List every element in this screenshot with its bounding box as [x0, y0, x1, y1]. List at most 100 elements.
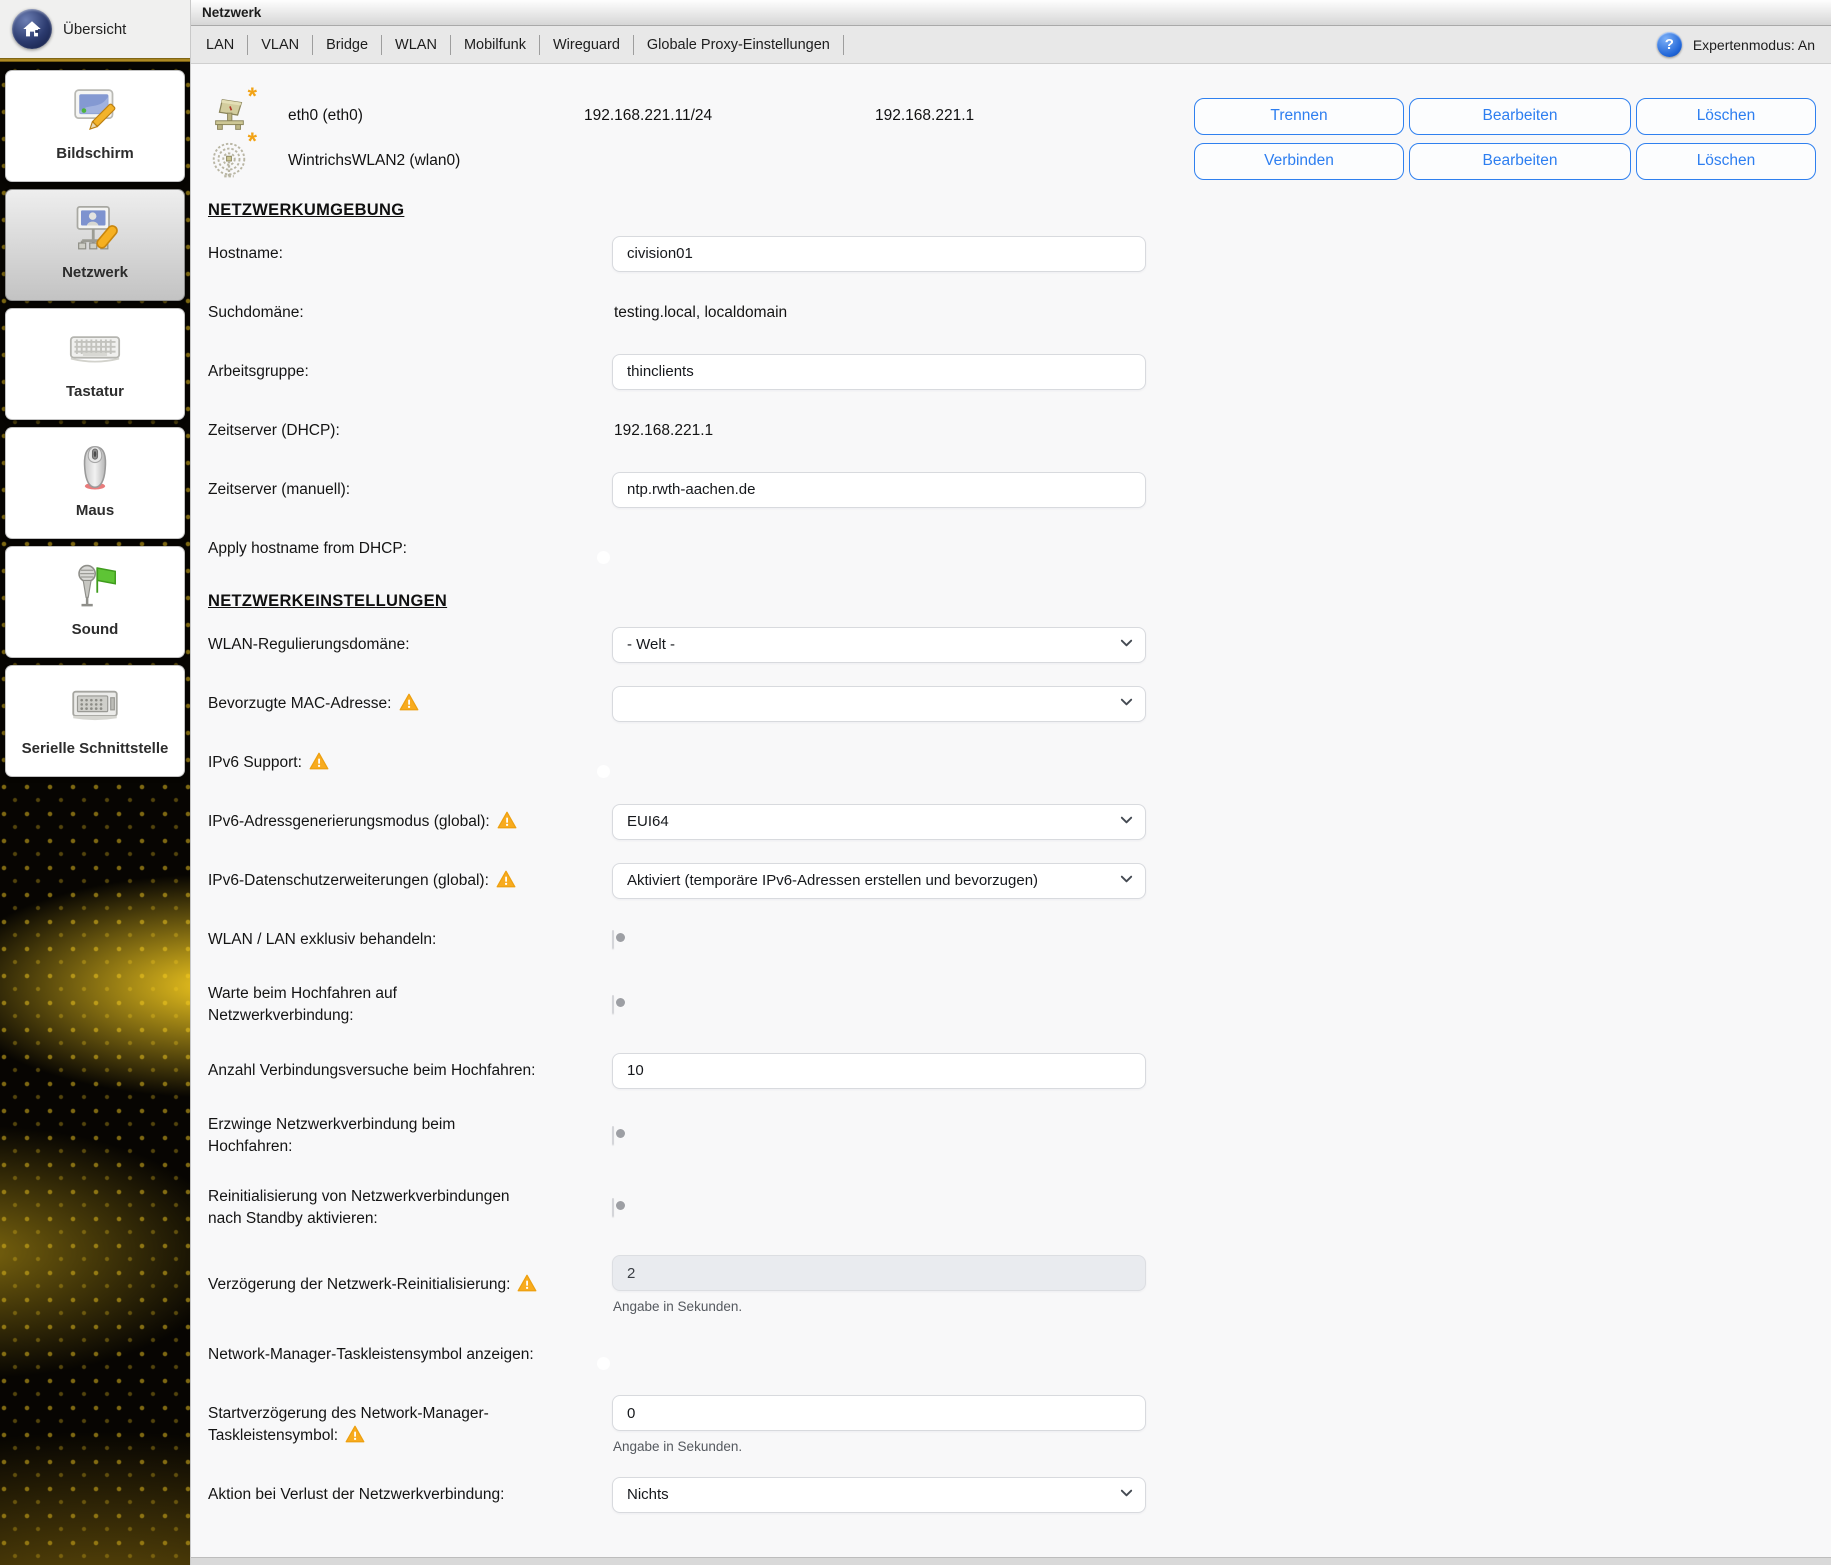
field-label: Reinitialisierung von Netzwerkverbindung… [208, 1186, 596, 1229]
field-label: Aktion bei Verlust der Netzwerkverbindun… [208, 1484, 596, 1506]
sidebar-item-serielle-schnittstelle[interactable]: Serielle Schnittstelle [5, 665, 185, 777]
chevron-down-icon [1119, 812, 1134, 831]
section-title-netzwerkumgebung: NETZWERKUMGEBUNG [208, 201, 1816, 220]
reinit-after-standby-toggle[interactable] [612, 1198, 614, 1217]
sidebar-item-label: Serielle Schnittstelle [22, 740, 169, 757]
timeserver-manual-input[interactable] [612, 472, 1146, 508]
tab-lan[interactable]: LAN [193, 37, 247, 53]
interface-name: eth0 (eth0) [254, 107, 584, 125]
sidebar-item-tastatur[interactable]: Tastatur [5, 308, 185, 420]
new-marker: * [248, 130, 257, 154]
field-label: Zeitserver (DHCP): [208, 420, 596, 442]
connection-attempts-input[interactable] [612, 1053, 1146, 1089]
form-row-startverzoegerung: Startverzögerung des Network-Manager- Ta… [208, 1384, 1816, 1465]
gold-divider [0, 58, 190, 62]
form-row-reinitialisierung-standby: Reinitialisierung von Netzwerkverbindung… [208, 1172, 1816, 1244]
content-area: * eth0 (eth0) 192.168.221.11/24 192.168.… [191, 94, 1831, 1524]
warning-icon [345, 1425, 365, 1443]
sound-icon [68, 547, 122, 625]
reinit-delay-input [612, 1255, 1146, 1291]
warning-icon [497, 811, 517, 829]
form-row-ipv6-datenschutzerweiterungen: IPv6-Datenschutzerweiterungen (global): … [208, 851, 1816, 910]
warning-icon [496, 870, 516, 888]
ipv6-address-mode-select[interactable]: EUI64 [612, 804, 1146, 840]
wait-network-boot-toggle[interactable] [612, 995, 614, 1014]
sidebar-item-maus[interactable]: Maus [5, 427, 185, 539]
sidebar-item-netzwerk[interactable]: Netzwerk [5, 189, 185, 301]
home-icon [12, 9, 52, 49]
tab-wireguard[interactable]: Wireguard [540, 37, 633, 53]
main-panel: Netzwerk LAN VLAN Bridge WLAN Mobilfunk … [190, 0, 1831, 1565]
form-row-suchdomaene: Suchdomäne: testing.local, localdomain [208, 283, 1816, 342]
tab-bridge[interactable]: Bridge [313, 37, 381, 53]
preferred-mac-select[interactable] [612, 686, 1146, 722]
field-label: IPv6 Support: [208, 752, 596, 774]
field-label: Apply hostname from DHCP: [208, 538, 596, 560]
tab-mobilfunk[interactable]: Mobilfunk [451, 37, 539, 53]
form-row-ipv6-support: IPv6 Support: [208, 733, 1816, 792]
new-marker: * [248, 85, 257, 109]
sidebar-item-bildschirm[interactable]: Bildschirm [5, 70, 185, 182]
sidebar-item-label: Bildschirm [56, 145, 134, 162]
field-label: Verzögerung der Netzwerk-Reinitialisieru… [208, 1274, 596, 1296]
sidebar-item-label: Sound [72, 621, 119, 638]
tab-bar: LAN VLAN Bridge WLAN Mobilfunk Wireguard… [191, 26, 1831, 64]
tab-wlan[interactable]: WLAN [382, 37, 450, 53]
display-icon [67, 71, 123, 149]
form-row-nm-taskleistensymbol: Network-Manager-Taskleistensymbol anzeig… [208, 1325, 1816, 1384]
field-label: Warte beim Hochfahren auf Netzwerkverbin… [208, 983, 596, 1026]
hostname-input[interactable] [612, 236, 1146, 272]
expert-mode-label: Expertenmodus: An [1693, 37, 1815, 53]
ipv6-privacy-select[interactable]: Aktiviert (temporäre IPv6-Adressen erste… [612, 863, 1146, 899]
form-row-zeitserver-manuell: Zeitserver (manuell): [208, 460, 1816, 519]
overview-label: Übersicht [63, 21, 126, 38]
interface-list: * eth0 (eth0) 192.168.221.11/24 192.168.… [208, 94, 1816, 183]
interface-name: WintrichsWLAN2 (wlan0) [254, 152, 584, 170]
form-row-warte-hochfahren: Warte beim Hochfahren auf Netzwerkverbin… [208, 969, 1816, 1041]
field-label: Bevorzugte MAC-Adresse: [208, 693, 596, 715]
chevron-down-icon [1119, 871, 1134, 890]
help-icon[interactable]: ? [1657, 32, 1682, 57]
page-title: Netzwerk [202, 5, 261, 20]
delete-button[interactable]: Löschen [1636, 143, 1816, 180]
sidebar-item-overview[interactable]: Übersicht [0, 0, 190, 58]
field-label: Suchdomäne: [208, 302, 596, 324]
field-label: Anzahl Verbindungsversuche beim Hochfahr… [208, 1060, 596, 1082]
tab-globale-proxy-einstellungen[interactable]: Globale Proxy-Einstellungen [634, 37, 843, 53]
nm-tray-delay-input[interactable] [612, 1395, 1146, 1431]
field-label: WLAN-Regulierungsdomäne: [208, 634, 596, 656]
delete-button[interactable]: Löschen [1636, 98, 1816, 135]
interface-ip: 192.168.221.11/24 [584, 107, 875, 125]
form-row-hostname: Hostname: [208, 224, 1816, 283]
sidebar-item-sound[interactable]: Sound [5, 546, 185, 658]
connect-button[interactable]: Verbinden [1194, 143, 1404, 180]
warning-icon [517, 1274, 537, 1292]
workgroup-input[interactable] [612, 354, 1146, 390]
edit-button[interactable]: Bearbeiten [1409, 143, 1631, 180]
bottom-edge [191, 1557, 1831, 1565]
edit-button[interactable]: Bearbeiten [1409, 98, 1631, 135]
page-title-bar: Netzwerk [191, 0, 1831, 26]
form-row-wlan-lan-exklusiv: WLAN / LAN exklusiv behandeln: [208, 910, 1816, 969]
form-row-verzoegerung-reinitialisierung: Verzögerung der Netzwerk-Reinitialisieru… [208, 1244, 1816, 1325]
field-label: Arbeitsgruppe: [208, 361, 596, 383]
form-row-apply-hostname: Apply hostname from DHCP: [208, 519, 1816, 578]
chevron-down-icon [1119, 1485, 1134, 1504]
section-title-netzwerkeinstellungen: NETZWERKEINSTELLUNGEN [208, 592, 1816, 611]
connection-loss-action-select[interactable]: Nichts [612, 1477, 1146, 1513]
network-icon [67, 190, 123, 268]
mouse-icon [68, 428, 122, 506]
timeserver-dhcp-value: 192.168.221.1 [612, 422, 713, 439]
interface-row-eth0: * eth0 (eth0) 192.168.221.11/24 192.168.… [208, 94, 1816, 138]
force-network-boot-toggle[interactable] [612, 1126, 614, 1145]
form-row-erzwinge-netzwerkverbindung: Erzwinge Netzwerkverbindung beim Hochfah… [208, 1100, 1816, 1172]
field-hint: Angabe in Sekunden. [612, 1299, 1146, 1314]
field-label: Network-Manager-Taskleistensymbol anzeig… [208, 1344, 596, 1366]
form-row-arbeitsgruppe: Arbeitsgruppe: [208, 342, 1816, 401]
wlan-lan-exclusive-toggle[interactable] [612, 930, 614, 949]
disconnect-button[interactable]: Trennen [1194, 98, 1404, 135]
search-domain-value: testing.local, localdomain [612, 304, 787, 321]
keyboard-icon [66, 309, 124, 387]
tab-vlan[interactable]: VLAN [248, 37, 312, 53]
wlan-regulatory-select[interactable]: - Welt - [612, 627, 1146, 663]
